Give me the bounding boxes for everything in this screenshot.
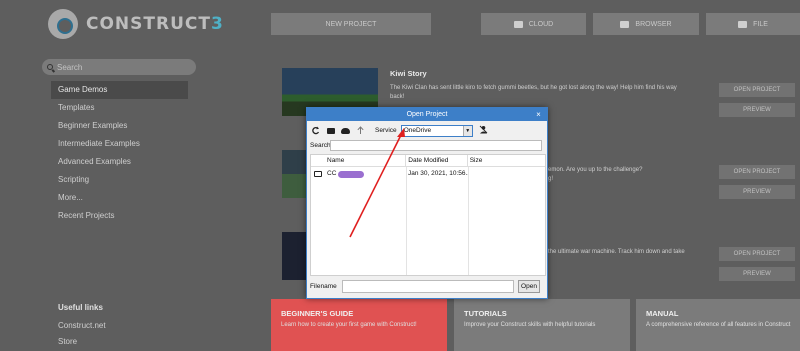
card-title: BEGINNER'S GUIDE (281, 309, 354, 318)
file-name: CC (327, 170, 337, 177)
up-arrow-icon[interactable] (356, 126, 365, 135)
card-description: A comprehensive reference of all feature… (646, 322, 791, 328)
open-project-dialog: Open Project × Service OneDrive ▼ Search… (306, 107, 548, 299)
column-name[interactable]: Name (311, 155, 405, 166)
sidebar-item-beginner-examples[interactable]: Beginner Examples (51, 117, 188, 135)
card-title: TUTORIALS (464, 309, 507, 318)
filename-label: Filename (310, 283, 337, 290)
card-manual[interactable]: MANUAL A comprehensive reference of all … (636, 299, 800, 351)
column-divider (468, 167, 469, 275)
folder-icon[interactable] (326, 126, 335, 135)
link-store[interactable]: Store (58, 337, 77, 346)
cloud-button[interactable]: CLOUD (481, 13, 586, 35)
preview-button[interactable]: PREVIEW (719, 185, 795, 199)
service-dropdown[interactable]: OneDrive ▼ (400, 124, 473, 137)
dialog-search-input[interactable] (330, 140, 542, 151)
demo-description: emon. Are you up to the challenge? g! (548, 167, 643, 182)
link-construct-net[interactable]: Construct.net (58, 321, 106, 330)
sidebar-item-game-demos[interactable]: Game Demos (51, 81, 188, 99)
demo-title: Kiwi Story (390, 69, 427, 78)
logo-text: CONSTRUCT3 (86, 14, 224, 34)
file-list-header: Name Date Modified Size (311, 155, 545, 167)
service-label: Service (375, 127, 397, 134)
demo-description: The Kiwi Clan has sent little kiro to fe… (390, 85, 677, 100)
file-list: Name Date Modified Size CC Jan 30, 2021,… (310, 154, 546, 276)
dialog-search-row: Search (310, 140, 542, 151)
search-label: Search (310, 142, 331, 149)
sidebar-item-intermediate-examples[interactable]: Intermediate Examples (51, 135, 188, 153)
column-divider (406, 167, 407, 275)
open-button[interactable]: Open (518, 280, 540, 293)
redacted-blur (338, 170, 365, 178)
new-project-button[interactable]: NEW PROJECT (271, 13, 431, 35)
folder-icon (738, 20, 748, 28)
sidebar-item-scripting[interactable]: Scripting (51, 171, 188, 189)
chevron-down-icon: ▼ (462, 125, 472, 136)
file-date: Jan 30, 2021, 10:56... (408, 170, 468, 177)
sidebar-nav: Game Demos Templates Beginner Examples I… (51, 81, 188, 225)
file-button[interactable]: FILE (706, 13, 800, 35)
sidebar-item-more[interactable]: More... (51, 189, 188, 207)
open-project-button[interactable]: OPEN PROJECT (719, 83, 795, 97)
card-beginners-guide[interactable]: BEGINNER'S GUIDE Learn how to create you… (271, 299, 447, 351)
close-icon[interactable]: × (534, 108, 543, 121)
demo-description: the ultimate war machine. Track him down… (548, 249, 685, 255)
sidebar-search[interactable]: Search (42, 59, 196, 75)
dialog-title-bar: Open Project × (307, 108, 547, 121)
card-description: Learn how to create your first game with… (281, 322, 417, 328)
card-description: Improve your Construct skills with helpf… (464, 322, 596, 328)
open-project-button[interactable]: OPEN PROJECT (719, 165, 795, 179)
filename-input[interactable] (342, 280, 514, 293)
search-icon (47, 64, 53, 70)
construct-logo: CONSTRUCT3 (48, 9, 224, 39)
browser-button[interactable]: BROWSER (593, 13, 699, 35)
folder-icon (513, 20, 523, 28)
refresh-icon[interactable] (311, 126, 320, 135)
preview-button[interactable]: PREVIEW (719, 103, 795, 117)
cloud-upload-icon[interactable] (341, 126, 350, 135)
card-title: MANUAL (646, 309, 679, 318)
filename-row: Filename Open (310, 280, 540, 293)
column-date-modified[interactable]: Date Modified (405, 155, 466, 166)
folder-icon (314, 171, 322, 177)
sidebar-item-advanced-examples[interactable]: Advanced Examples (51, 153, 188, 171)
search-placeholder: Search (57, 62, 83, 72)
column-size[interactable]: Size (466, 155, 545, 166)
useful-links-title: Useful links (58, 303, 103, 312)
sign-out-user-icon[interactable] (479, 125, 488, 136)
dialog-title: Open Project (406, 111, 448, 118)
preview-button[interactable]: PREVIEW (719, 267, 795, 281)
dialog-toolbar: Service OneDrive ▼ (311, 124, 488, 137)
folder-icon (620, 20, 630, 28)
sidebar-item-recent-projects[interactable]: Recent Projects (51, 207, 188, 225)
file-row[interactable]: CC Jan 30, 2021, 10:56... (311, 167, 545, 181)
sidebar-item-templates[interactable]: Templates (51, 99, 188, 117)
construct-logo-icon (48, 9, 78, 39)
card-tutorials[interactable]: TUTORIALS Improve your Construct skills … (454, 299, 630, 351)
open-project-button[interactable]: OPEN PROJECT (719, 247, 795, 261)
